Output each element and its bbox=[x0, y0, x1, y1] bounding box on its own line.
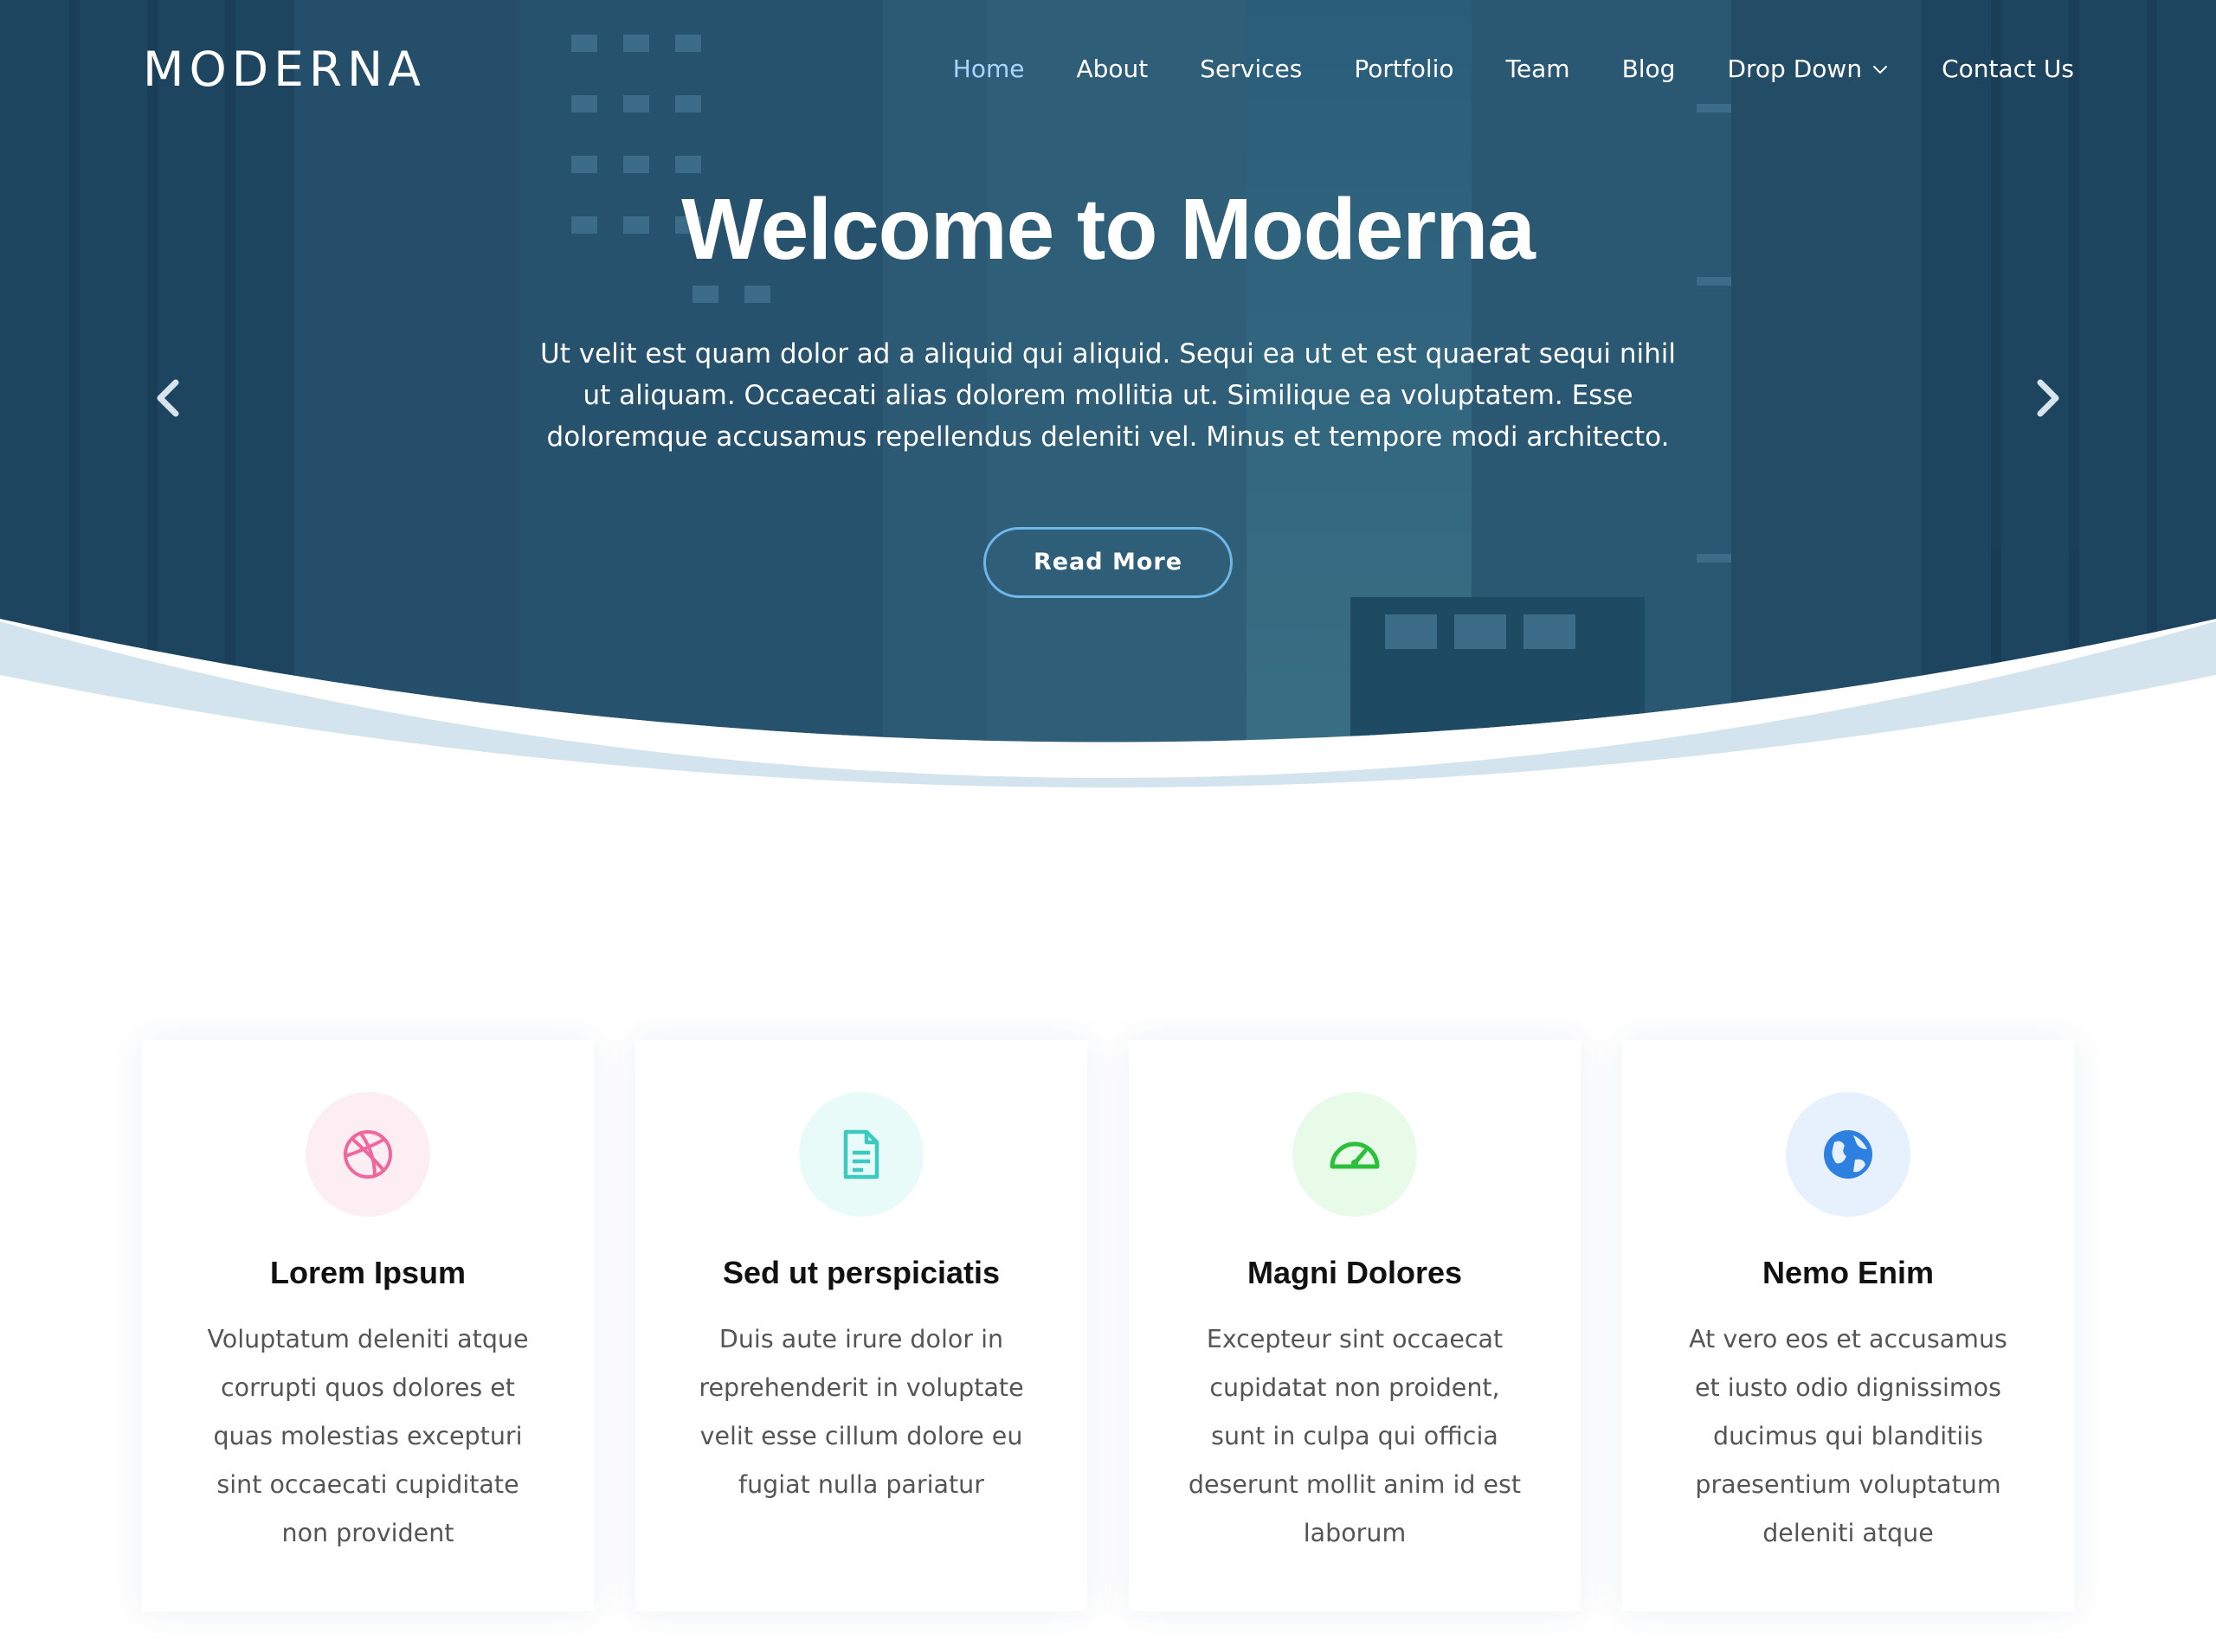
feature-card: Magni Dolores Excepteur sint occaecat cu… bbox=[1129, 1040, 1581, 1611]
features-section: Lorem Ipsum Voluptatum deleniti atque co… bbox=[142, 1040, 2074, 1611]
feature-text: Excepteur sint occaecat cupidatat non pr… bbox=[1188, 1325, 1522, 1547]
icon-badge bbox=[306, 1092, 430, 1217]
feature-text: At vero eos et accusamus et iusto odio d… bbox=[1689, 1325, 2007, 1547]
hero-description: Ut velit est quam dolor ad a aliquid qui… bbox=[540, 338, 1676, 453]
feature-card: Sed ut perspiciatis Duis aute irure dolo… bbox=[635, 1040, 1087, 1611]
site-logo[interactable]: MODERNA bbox=[143, 42, 426, 97]
nav-item-blog[interactable]: Blog bbox=[1596, 52, 1702, 87]
nav-item-dropdown-label: Drop Down bbox=[1727, 55, 1863, 83]
globe-icon bbox=[1824, 1130, 1872, 1179]
nav-item-dropdown[interactable]: Drop Down bbox=[1701, 52, 1916, 87]
site-header: MODERNA Home About Services Portfolio Te… bbox=[0, 0, 2216, 138]
hero-content: Welcome to Moderna Ut velit est quam dol… bbox=[0, 173, 2216, 598]
nav-item-team[interactable]: Team bbox=[1480, 52, 1596, 87]
icon-badge bbox=[1786, 1092, 1910, 1217]
feature-text: Duis aute irure dolor in reprehenderit i… bbox=[699, 1325, 1024, 1499]
feature-text: Voluptatum deleniti atque corrupti quos … bbox=[207, 1325, 529, 1547]
feature-title[interactable]: Nemo Enim bbox=[1622, 1251, 2074, 1295]
feature-card: Nemo Enim At vero eos et accusamus et iu… bbox=[1622, 1040, 2074, 1611]
nav-item-services[interactable]: Services bbox=[1174, 52, 1328, 87]
chevron-down-icon bbox=[1873, 66, 1888, 74]
feature-card: Lorem Ipsum Voluptatum deleniti atque co… bbox=[142, 1040, 594, 1611]
feature-title[interactable]: Magni Dolores bbox=[1129, 1251, 1581, 1295]
nav-item-about[interactable]: About bbox=[1050, 52, 1174, 87]
nav-item-portfolio[interactable]: Portfolio bbox=[1328, 52, 1479, 87]
icon-badge bbox=[799, 1092, 924, 1217]
dribbble-icon bbox=[344, 1130, 392, 1179]
icon-badge bbox=[1292, 1092, 1417, 1217]
nav-item-home[interactable]: Home bbox=[927, 52, 1051, 87]
read-more-button[interactable]: Read More bbox=[983, 527, 1233, 598]
nav-item-contact[interactable]: Contact Us bbox=[1916, 52, 2074, 87]
hero-title: Welcome to Moderna bbox=[681, 181, 1536, 278]
speedometer-icon bbox=[1330, 1141, 1380, 1169]
main-nav: Home About Services Portfolio Team Blog … bbox=[927, 52, 2074, 87]
file-text-icon bbox=[843, 1129, 879, 1180]
feature-title[interactable]: Lorem Ipsum bbox=[142, 1251, 594, 1295]
feature-title[interactable]: Sed ut perspiciatis bbox=[635, 1251, 1087, 1295]
